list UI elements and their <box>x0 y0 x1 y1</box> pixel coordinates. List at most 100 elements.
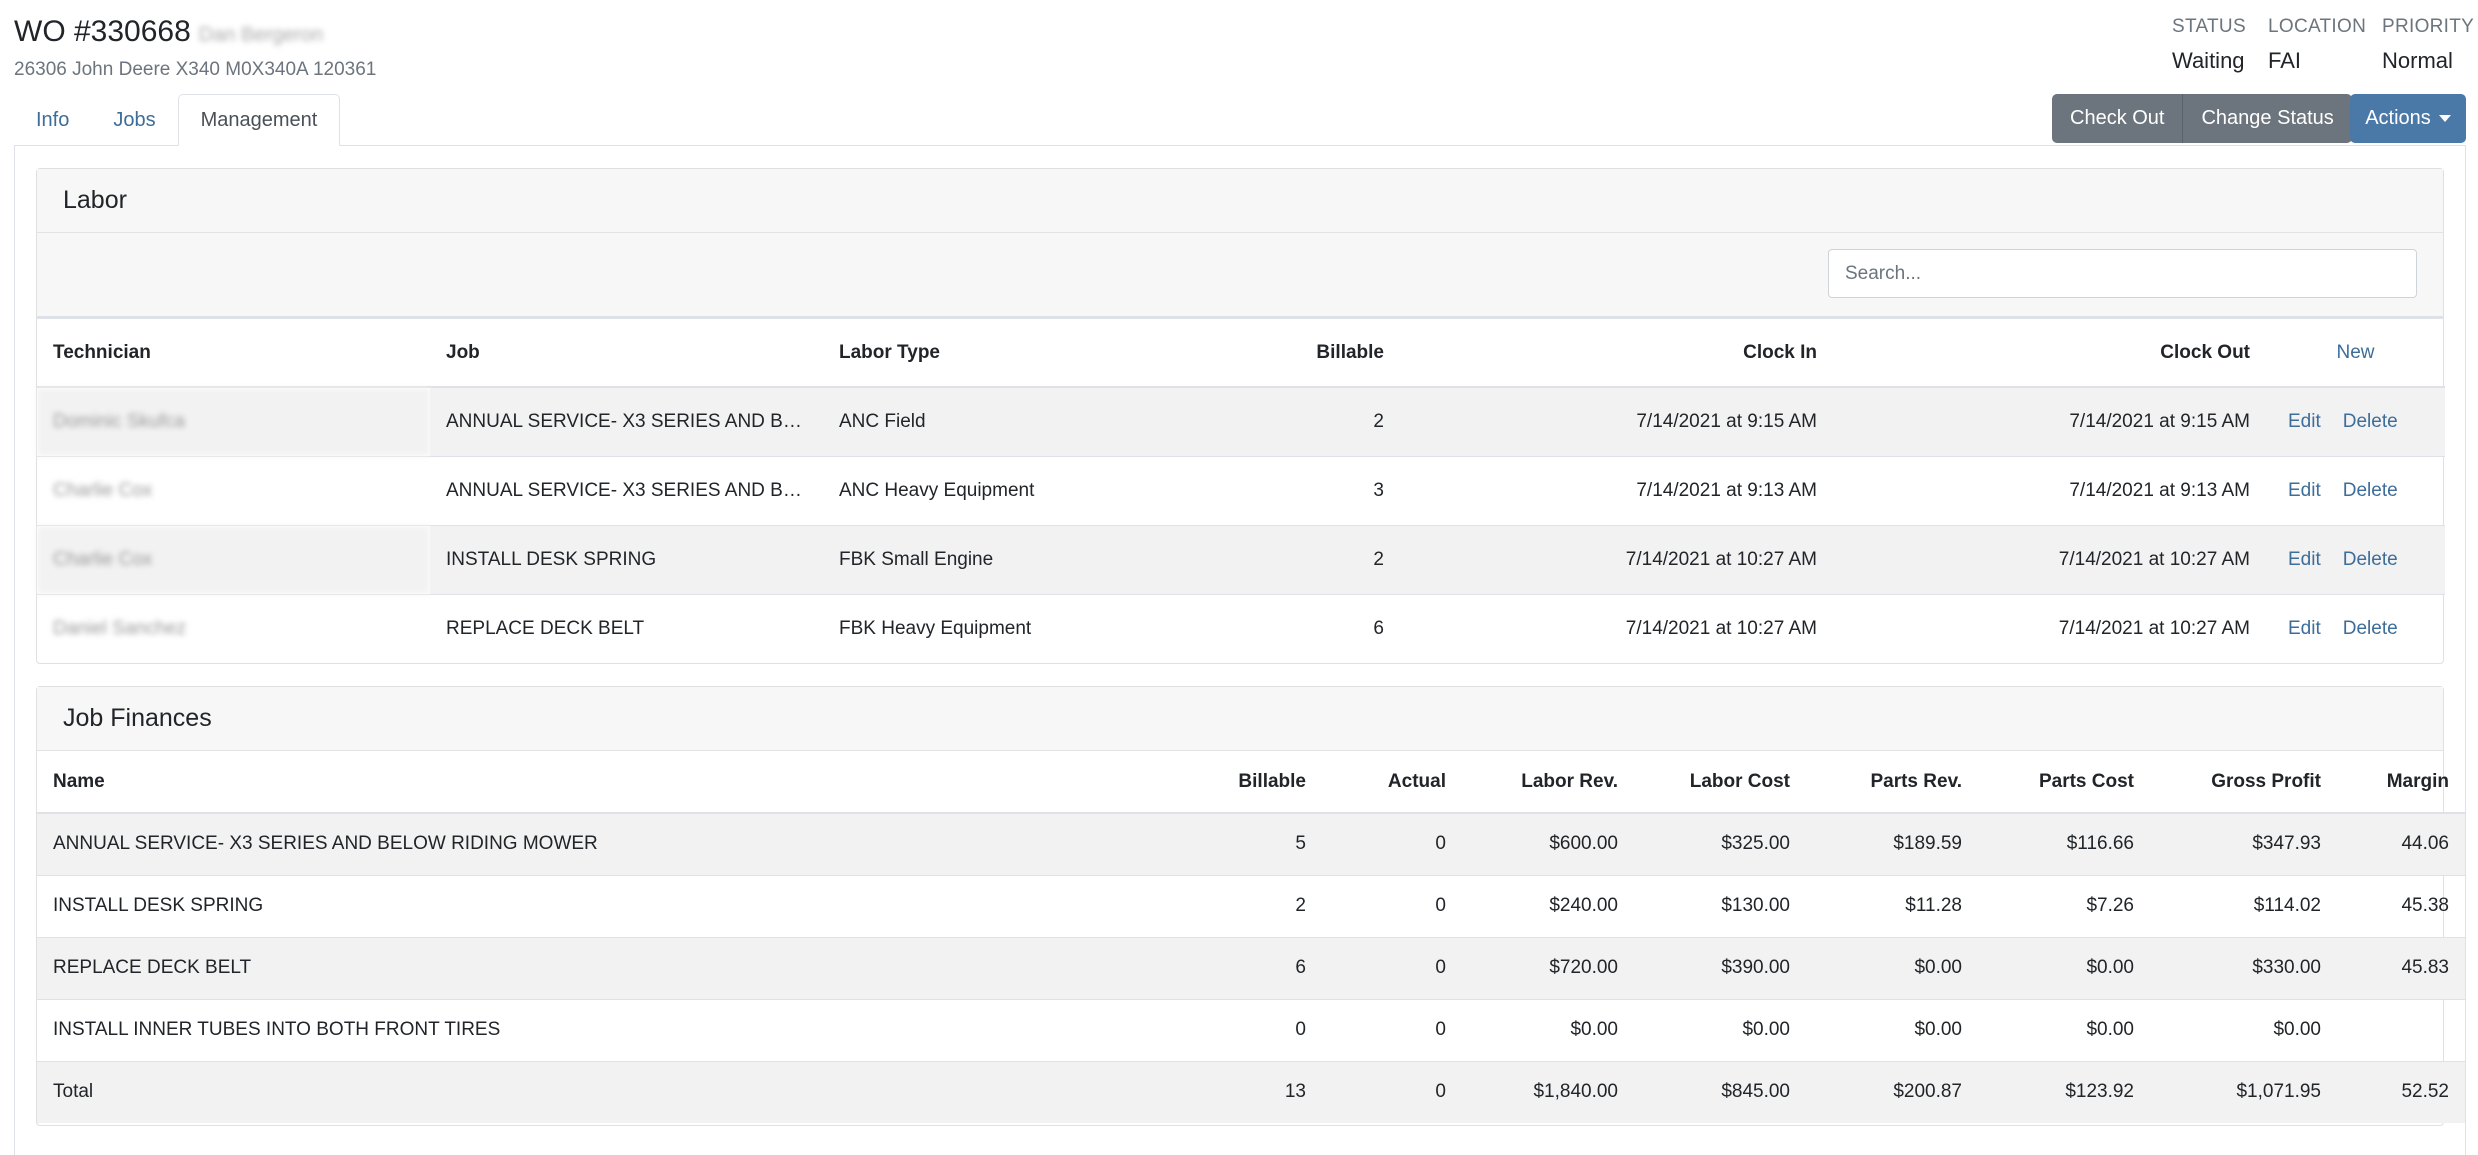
delete-link[interactable]: Delete <box>2343 411 2398 432</box>
col-name: Name <box>53 770 105 792</box>
name-cell: INSTALL INNER TUBES INTO BOTH FRONT TIRE… <box>53 1019 501 1040</box>
name-cell: ANNUAL SERVICE- X3 SERIES AND BELOW RIDI… <box>37 813 1180 875</box>
labor-title: Labor <box>37 169 2443 233</box>
col-clock-out: Clock Out <box>2160 341 2250 363</box>
technician-cell: Daniel Sanchez <box>53 617 187 639</box>
job-finances-card: Job Finances Name Billable Actual Labor … <box>36 686 2465 1126</box>
name-cell: INSTALL DESK SPRING <box>53 895 264 916</box>
margin-cell: 44.06 <box>2337 813 2465 875</box>
priority-block: PRIORITY Normal <box>2382 16 2474 74</box>
table-row: ANNUAL SERVICE- X3 SERIES AND BELOW RIDI… <box>37 813 2465 875</box>
status-block: STATUS Waiting <box>2172 16 2246 74</box>
row-actions: Edit Delete <box>2266 387 2445 456</box>
billable-cell: 5 <box>1180 813 1322 875</box>
status-button-group: Check Out Change Status <box>2052 94 2352 143</box>
billable-cell: 0 <box>1295 1019 1306 1040</box>
col-actual: Actual <box>1387 770 1446 792</box>
actual-cell: 0 <box>1322 813 1462 875</box>
parts-rev-cell: $11.28 <box>1905 895 1962 916</box>
parts-rev-cell: $0.00 <box>1806 937 1978 999</box>
labor-type-cell: ANC Field <box>823 387 1155 456</box>
labor-cost-cell: $845.00 <box>1634 1061 1806 1123</box>
col-parts-rev: Parts Rev. <box>1870 770 1962 792</box>
parts-cost-cell: $7.26 <box>2086 895 2134 916</box>
col-clock-in: Clock In <box>1743 341 1817 363</box>
change-status-button[interactable]: Change Status <box>2183 94 2352 143</box>
labor-search-input[interactable] <box>1828 249 2417 298</box>
page-title: WO #330668 Dan Bergeron <box>14 14 376 53</box>
labor-type-cell: FBK Small Engine <box>823 525 1155 594</box>
gross-profit-cell: $1,071.95 <box>2150 1061 2337 1123</box>
parts-rev-cell: $0.00 <box>1914 1019 1962 1040</box>
col-labor-cost: Labor Cost <box>1689 770 1790 792</box>
labor-cost-cell: $130.00 <box>1721 895 1790 916</box>
parts-cost-cell: $123.92 <box>1978 1061 2150 1123</box>
labor-search-row <box>37 233 2443 319</box>
table-row: INSTALL INNER TUBES INTO BOTH FRONT TIRE… <box>37 999 2465 1061</box>
col-labor-type: Labor Type <box>839 341 940 363</box>
job-cell: ANNUAL SERVICE- X3 SERIES AND BEL... <box>446 479 822 501</box>
labor-rev-cell: $0.00 <box>1570 1019 1618 1040</box>
tab-jobs[interactable]: Jobs <box>91 94 177 146</box>
total-row: Total 13 0 $1,840.00 $845.00 $200.87 $12… <box>37 1061 2465 1123</box>
edit-link[interactable]: Edit <box>2288 411 2321 432</box>
col-billable: Billable <box>1316 341 1384 363</box>
job-cell: REPLACE DECK BELT <box>446 617 645 639</box>
delete-link[interactable]: Delete <box>2343 549 2398 570</box>
margin-cell: 45.38 <box>2401 895 2449 916</box>
work-order-number: WO #330668 <box>14 15 191 48</box>
check-out-button[interactable]: Check Out <box>2052 94 2184 143</box>
tab-management[interactable]: Management <box>177 94 341 146</box>
actions-label: Actions <box>2365 107 2431 129</box>
col-margin: Margin <box>2386 770 2449 792</box>
labor-type-cell: ANC Heavy Equipment <box>839 479 1035 501</box>
edit-link[interactable]: Edit <box>2288 480 2321 501</box>
table-row: INSTALL DESK SPRING 2 0 $240.00 $130.00 … <box>37 875 2465 937</box>
billable-cell: 3 <box>1373 479 1384 501</box>
work-order-header: WO #330668 Dan Bergeron 26306 John Deere … <box>14 14 376 81</box>
billable-cell: 2 <box>1295 895 1306 916</box>
actions-dropdown-button[interactable]: Actions <box>2350 94 2466 143</box>
job-cell: INSTALL DESK SPRING <box>430 525 823 594</box>
caret-down-icon <box>2438 115 2451 122</box>
job-finances-title: Job Finances <box>37 687 2443 751</box>
labor-card: Labor Technician Job Labor Type Billable… <box>36 168 2445 664</box>
margin-cell <box>2337 999 2465 1061</box>
new-labor-link[interactable]: New <box>2336 342 2374 363</box>
labor-cost-cell: $390.00 <box>1634 937 1806 999</box>
row-actions: Edit Delete <box>2266 525 2445 594</box>
clock-in-cell: 7/14/2021 at 9:13 AM <box>1636 479 1817 501</box>
actual-cell: 0 <box>1322 1061 1462 1123</box>
edit-link[interactable]: Edit <box>2288 549 2321 570</box>
clock-out-cell: 7/14/2021 at 9:15 AM <box>1833 387 2266 456</box>
clock-out-cell: 7/14/2021 at 10:27 AM <box>2058 617 2250 639</box>
col-billable: Billable <box>1238 770 1306 792</box>
location-block: LOCATION FAI <box>2268 16 2366 74</box>
name-cell: Total <box>37 1061 1180 1123</box>
job-cell: ANNUAL SERVICE- X3 SERIES AND BEL... <box>430 387 823 456</box>
clock-out-cell: 7/14/2021 at 10:27 AM <box>1833 525 2266 594</box>
labor-cost-cell: $0.00 <box>1742 1019 1790 1040</box>
col-technician: Technician <box>53 341 151 363</box>
status-label: STATUS <box>2172 16 2246 37</box>
priority-value: Normal <box>2382 48 2453 73</box>
technician-cell: Charlie Cox <box>53 479 153 501</box>
col-job: Job <box>446 341 480 363</box>
edit-link[interactable]: Edit <box>2288 618 2321 639</box>
col-parts-cost: Parts Cost <box>2038 770 2134 792</box>
name-cell: REPLACE DECK BELT <box>37 937 1180 999</box>
table-row: Dominic Skufca ANNUAL SERVICE- X3 SERIES… <box>37 387 2445 456</box>
priority-label: PRIORITY <box>2382 16 2475 37</box>
delete-link[interactable]: Delete <box>2343 480 2398 501</box>
actual-cell: 0 <box>1435 895 1446 916</box>
status-value: Waiting <box>2172 48 2245 73</box>
row-actions: Edit Delete <box>2266 456 2445 525</box>
tab-bar: Info Jobs Management <box>14 94 341 146</box>
labor-rev-cell: $720.00 <box>1462 937 1634 999</box>
delete-link[interactable]: Delete <box>2343 618 2398 639</box>
table-row: REPLACE DECK BELT 6 0 $720.00 $390.00 $0… <box>37 937 2465 999</box>
equipment-description: 26306 John Deere X340 M0X340A 120361 <box>14 59 377 80</box>
clock-in-cell: 7/14/2021 at 10:27 AM <box>1625 617 1817 639</box>
table-row: Charlie Cox ANNUAL SERVICE- X3 SERIES AN… <box>37 456 2445 525</box>
tab-info[interactable]: Info <box>14 94 91 146</box>
